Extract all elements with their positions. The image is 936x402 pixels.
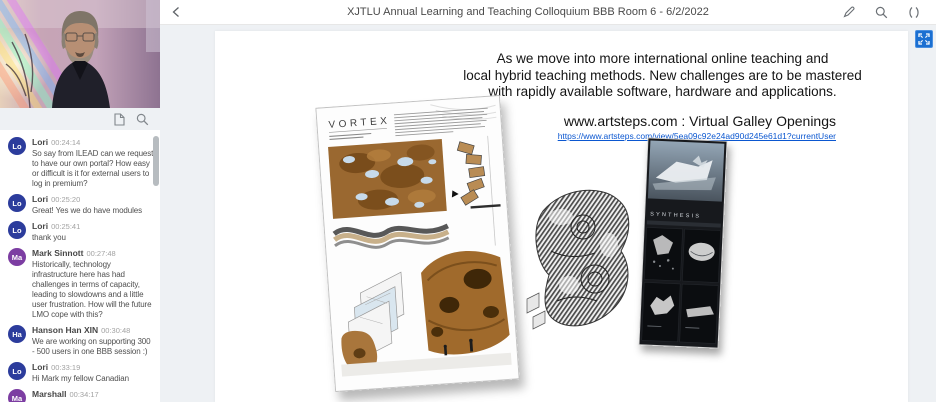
chat-message: Lo Lori00:24:14 So say from ILEAD can we… [8, 136, 154, 189]
chat-author: Lori [32, 362, 48, 372]
topbar-actions [843, 6, 936, 19]
presenter-webcam-image [0, 0, 160, 108]
slide-paragraph: As we move into more international onlin… [430, 51, 895, 101]
slide-heading: www.artsteps.com : Virtual Galley Openin… [564, 113, 836, 129]
recording-title: XJTLU Annual Learning and Teaching Collo… [220, 6, 836, 18]
chat-text: Historically, technology infrastructure … [32, 260, 154, 320]
avatar: Lo [8, 137, 26, 155]
main-area: XJTLU Annual Learning and Teaching Collo… [160, 0, 936, 402]
chat-timestamp: 00:25:41 [51, 222, 80, 231]
chat-author: Mark Sinnott [32, 248, 83, 258]
presentation-area: As we move into more international onlin… [160, 25, 936, 402]
avatar: Ma [8, 389, 26, 402]
avatar: Ha [8, 325, 26, 343]
chat-scrollbar[interactable] [153, 136, 159, 186]
avatar: Lo [8, 362, 26, 380]
swap-icon[interactable] [908, 6, 920, 19]
pen-icon[interactable] [843, 6, 855, 18]
chat-author: Lori [32, 137, 48, 147]
sidebar: Lo Lori00:24:14 So say from ILEAD can we… [0, 0, 160, 402]
chat-text: thank you [32, 233, 154, 243]
top-bar: XJTLU Annual Learning and Teaching Collo… [160, 0, 936, 25]
chat-timestamp: 00:27:48 [86, 249, 115, 258]
chat-text: We are working on supporting 300 - 500 u… [32, 337, 154, 357]
avatar: Lo [8, 194, 26, 212]
chat-messages: Lo Lori00:24:14 So say from ILEAD can we… [8, 136, 154, 402]
vortex-topo-render [328, 139, 447, 219]
chat-author: Lori [32, 194, 48, 204]
search-chat-icon[interactable] [136, 113, 149, 126]
vortex-big-wall [420, 248, 511, 356]
fullscreen-icon [918, 33, 930, 45]
synthesis-poster-image: SYNTHESIS [639, 137, 728, 348]
avatar: Ma [8, 248, 26, 266]
chat-message: Lo Lori00:33:19 Hi Mark my fellow Canadi… [8, 361, 154, 384]
back-button[interactable] [160, 0, 192, 24]
chat-panel[interactable]: Lo Lori00:24:14 So say from ILEAD can we… [0, 130, 160, 402]
avatar: Lo [8, 221, 26, 239]
webcam-video [0, 0, 160, 108]
chat-timestamp: 00:33:19 [51, 363, 80, 372]
chevron-left-icon [171, 6, 181, 18]
chat-text: Hi Mark my fellow Canadian [32, 374, 154, 384]
chat-message: Ma Marshall00:34:17 The great white nort… [8, 388, 154, 402]
chat-timestamp: 00:30:48 [101, 326, 130, 335]
chat-text: So say from ILEAD can we request to have… [32, 149, 154, 189]
search-icon[interactable] [875, 6, 888, 19]
bbb-playback-app: Lo Lori00:24:14 So say from ILEAD can we… [0, 0, 936, 402]
fullscreen-button[interactable] [915, 30, 933, 48]
chat-timestamp: 00:34:17 [70, 390, 99, 399]
chat-message: Lo Lori00:25:20 Great! Yes we do have mo… [8, 193, 154, 216]
slide: As we move into more international onlin… [215, 31, 908, 402]
chat-message: Lo Lori00:25:41 thank you [8, 220, 154, 243]
chat-timestamp: 00:24:14 [51, 138, 80, 147]
notes-icon[interactable] [114, 113, 125, 126]
sculpture-image [521, 181, 639, 339]
chat-timestamp: 00:25:20 [51, 195, 80, 204]
chat-scrollbar-track [153, 134, 159, 398]
chat-message: Ma Mark Sinnott00:27:48 Historically, te… [8, 247, 154, 320]
chat-author: Lori [32, 221, 48, 231]
vortex-poster-image: VORTEX [315, 95, 519, 392]
chat-author: Marshall [32, 389, 67, 399]
chat-message: Ha Hanson Han XIN00:30:48 We are working… [8, 324, 154, 357]
chat-author: Hanson Han XIN [32, 325, 98, 335]
sidebar-toolbar [0, 108, 160, 130]
chat-text: Great! Yes we do have modules [32, 206, 154, 216]
